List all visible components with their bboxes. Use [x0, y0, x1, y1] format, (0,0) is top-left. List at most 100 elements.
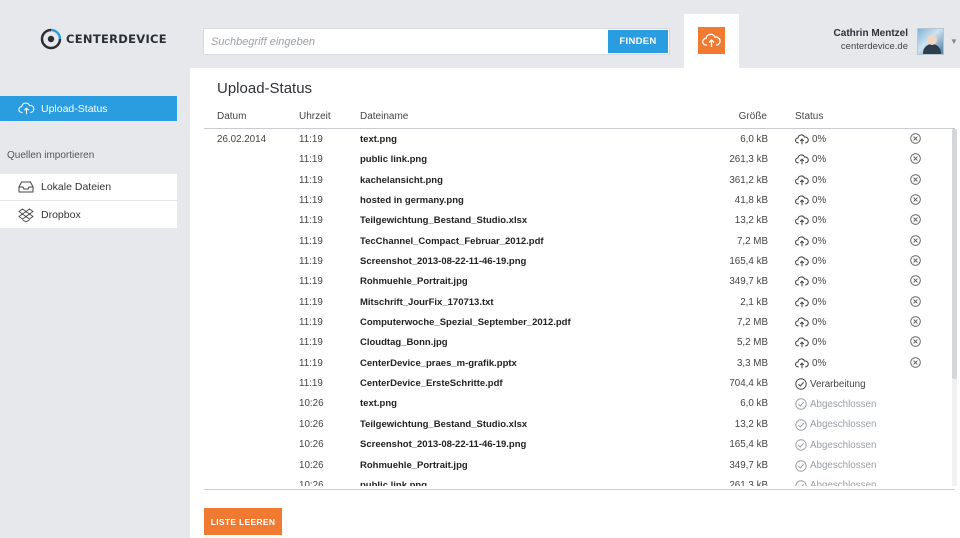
cancel-upload-icon[interactable]	[910, 357, 921, 371]
table-row: 11:19 public link.png 261,3 kB 0%	[204, 149, 944, 169]
sidebar-item-label: Lokale Dateien	[41, 181, 112, 193]
import-list: Lokale Dateien Dropbox	[0, 174, 177, 228]
check-circle-icon	[795, 480, 807, 486]
status-text: 0%	[812, 317, 827, 329]
inbox-icon	[18, 181, 34, 193]
status-text: 0%	[812, 134, 827, 145]
table-row: 11:19 CenterDevice_praes_m-grafik.pptx 3,3…	[204, 353, 944, 373]
user-domain: centerdevice.de	[840, 41, 908, 52]
cancel-upload-icon[interactable]	[910, 316, 921, 330]
table-row: 10:26 Screenshot_2013-08-22-11-46-19.png 1…	[204, 434, 944, 454]
check-circle-icon	[795, 419, 807, 431]
cell-filename: Screenshot_2013-08-22-11-46-19.png	[360, 439, 527, 451]
table-row: 11:19 Cloudtag_Bonn.jpg 5,2 MB 0%	[204, 332, 944, 352]
cell-filename: Screenshot_2013-08-22-11-46-19.png	[360, 256, 527, 268]
sidebar-item-dropbox[interactable]: Dropbox	[0, 201, 177, 228]
sidebar-item-local-files[interactable]: Lokale Dateien	[0, 174, 177, 201]
sidebar-item-label: Dropbox	[41, 208, 81, 221]
cell-filename: CenterDevice_ErsteSchritte.pdf	[360, 378, 503, 390]
cell-time: 10:26	[299, 459, 324, 471]
status-text: Abgeschlossen	[810, 439, 877, 451]
cell-filename: Teilgewichtung_Bestand_Studio.xlsx	[360, 418, 528, 430]
table-row: 10:26 text.png 6,0 kB Abgeschlossen	[204, 393, 944, 413]
cell-filename: text.png	[360, 398, 397, 410]
user-name: Cathrin Mentzel	[833, 28, 908, 39]
logo[interactable]: CENTERDEVICE	[40, 28, 167, 50]
status-text: 0%	[812, 276, 827, 288]
chevron-down-icon[interactable]: ▼	[950, 37, 958, 46]
check-circle-icon	[795, 378, 807, 390]
cancel-upload-icon[interactable]	[910, 234, 921, 249]
cell-size: 7,2 MB	[736, 317, 768, 329]
cell-status: Abgeschlossen	[795, 480, 876, 486]
table-row: 11:19 TecChannel_Compact_Februar_2012.pdf…	[204, 231, 944, 251]
cell-filename: kachelansicht.png	[360, 174, 443, 186]
status-text: 0%	[812, 296, 827, 308]
page-title: Upload-Status	[217, 80, 313, 97]
status-text: 0%	[812, 357, 827, 369]
cell-size: 3,3 MB	[736, 357, 768, 369]
sidebar-item-upload-status[interactable]: Upload-Status	[0, 96, 177, 121]
cell-time: 11:19	[299, 154, 323, 166]
clear-list-button[interactable]: LISTE LEEREN	[204, 508, 282, 535]
cell-filename: Rohmuehle_Portrait.jpg	[360, 276, 468, 288]
section-title: Quellen importieren	[7, 150, 95, 161]
cancel-upload-icon[interactable]	[910, 133, 921, 147]
status-text: 0%	[812, 337, 827, 349]
cancel-upload-icon[interactable]	[910, 194, 921, 208]
column-header-size: Größe	[738, 111, 767, 122]
table-row: 10:26 public link.png 261,3 kB Abgeschlosse…	[204, 475, 944, 486]
status-text: 0%	[812, 154, 827, 166]
cancel-upload-icon[interactable]	[910, 214, 921, 228]
status-text: 0%	[812, 256, 827, 268]
status-text: 0%	[812, 174, 827, 186]
avatar[interactable]	[917, 28, 944, 55]
find-button[interactable]: FINDEN	[608, 30, 668, 53]
cell-filename: Rohmuehle_Portrait.jpg	[360, 459, 468, 471]
search-input[interactable]	[204, 29, 604, 54]
cell-status: Abgeschlossen	[795, 419, 876, 431]
table-row: 11:19 kachelansicht.png 361,2 kB 0%	[204, 170, 944, 190]
cloud-upload-icon	[795, 256, 809, 267]
cell-filename: Cloudtag_Bonn.jpg	[360, 337, 448, 349]
upload-button[interactable]	[698, 27, 725, 54]
cancel-upload-icon[interactable]	[910, 255, 921, 269]
cell-time: 11:19	[299, 337, 323, 349]
cell-size: 165,4 kB	[729, 256, 768, 268]
cancel-upload-icon[interactable]	[910, 173, 921, 188]
cell-status: 0%	[795, 134, 826, 145]
user-info[interactable]: Cathrin Mentzel centerdevice.de	[834, 28, 908, 52]
cell-status: 0%	[795, 337, 826, 348]
cloud-upload-icon	[795, 154, 809, 165]
scrollbar[interactable]	[952, 129, 957, 486]
column-header-status: Status	[795, 111, 824, 122]
logo-text: CENTERDEVICE	[66, 32, 167, 46]
column-header-date: Datum	[217, 111, 247, 122]
scrollbar-thumb[interactable]	[952, 129, 957, 379]
cancel-upload-icon[interactable]	[910, 275, 921, 289]
status-text: Abgeschlossen	[810, 419, 877, 431]
cell-size: 704,4 kB	[729, 378, 768, 390]
cloud-upload-icon	[795, 358, 809, 369]
column-header-filename: Dateiname	[360, 111, 409, 122]
cancel-upload-icon[interactable]	[910, 295, 921, 310]
sidebar-item-label: Upload-Status	[41, 102, 108, 115]
cancel-upload-icon[interactable]	[910, 153, 921, 167]
cell-status: 0%	[795, 236, 826, 247]
table-row: 10:26 Teilgewichtung_Bestand_Studio.xlsx 1…	[204, 414, 944, 434]
cloud-upload-icon	[795, 195, 809, 206]
status-text: Verarbeitung	[810, 378, 866, 390]
cell-size: 261,3 kB	[729, 479, 768, 486]
table-row: 11:19 Mitschrift_JourFix_170713.txt 2,1 kB…	[204, 292, 944, 312]
cell-time: 10:26	[299, 439, 324, 451]
column-header-time: Uhrzeit	[299, 111, 331, 122]
status-text: 0%	[812, 235, 827, 247]
cell-time: 11:19	[299, 317, 323, 329]
cell-time: 10:26	[299, 398, 324, 410]
cell-status: 0%	[795, 175, 826, 186]
cancel-upload-icon[interactable]	[910, 336, 921, 350]
sidebar: Upload-Status Quellen importieren Lokale…	[0, 68, 190, 538]
cloud-upload-icon	[702, 33, 721, 47]
dropbox-icon	[18, 207, 34, 222]
table-row: 11:19 Computerwoche_Spezial_September_201…	[204, 312, 944, 332]
